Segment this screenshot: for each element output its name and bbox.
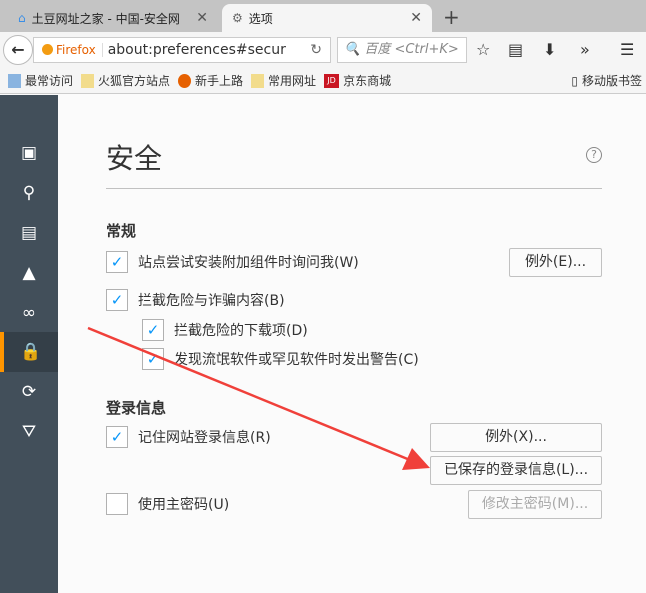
annotation-arrow bbox=[87, 326, 430, 470]
